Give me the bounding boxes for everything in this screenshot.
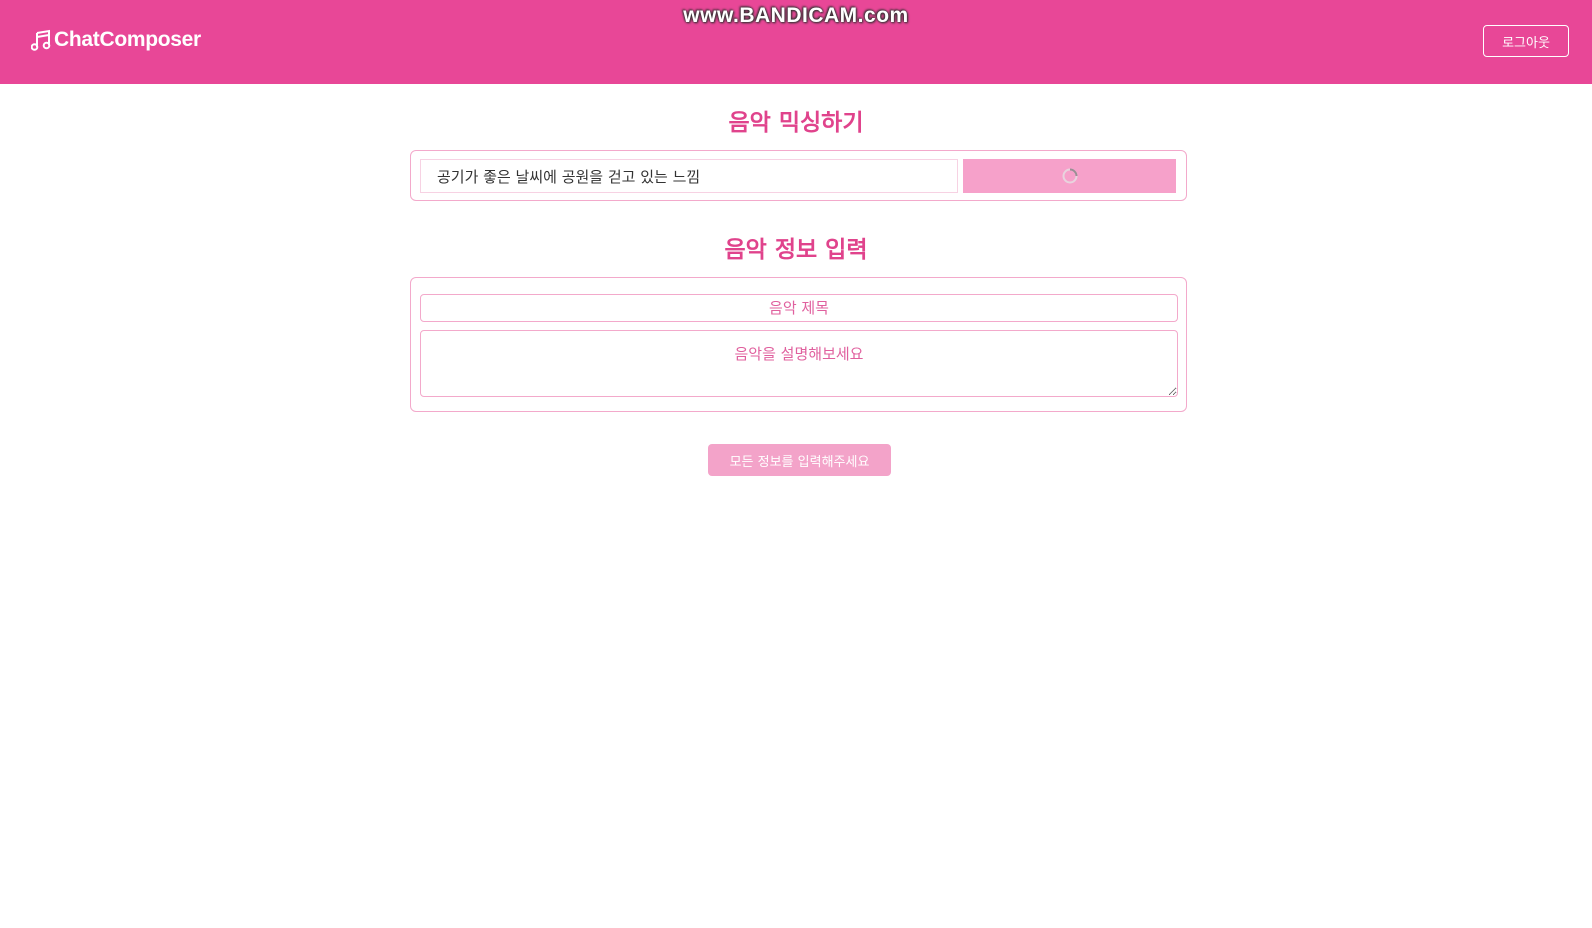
watermark: www.BANDICAM.com	[683, 4, 909, 27]
music-title-input[interactable]	[420, 294, 1178, 322]
music-info-form	[410, 277, 1187, 412]
music-note-icon	[31, 29, 51, 51]
spinner-icon	[1062, 168, 1077, 184]
music-description-textarea[interactable]	[420, 330, 1178, 397]
mix-prompt-input[interactable]	[420, 159, 958, 193]
logo-text: ChatComposer	[54, 28, 201, 51]
logout-button[interactable]: 로그아웃	[1483, 25, 1569, 57]
mix-form	[410, 150, 1187, 201]
mix-section-title: 음악 믹싱하기	[728, 110, 864, 136]
app-header: ChatComposer www.BANDICAM.com 로그아웃	[0, 0, 1592, 84]
submit-button[interactable]: 모든 정보를 입력해주세요	[708, 444, 891, 476]
info-section-title: 음악 정보 입력	[724, 237, 868, 263]
logo[interactable]: ChatComposer	[31, 28, 201, 52]
mix-generate-button[interactable]	[963, 159, 1176, 193]
